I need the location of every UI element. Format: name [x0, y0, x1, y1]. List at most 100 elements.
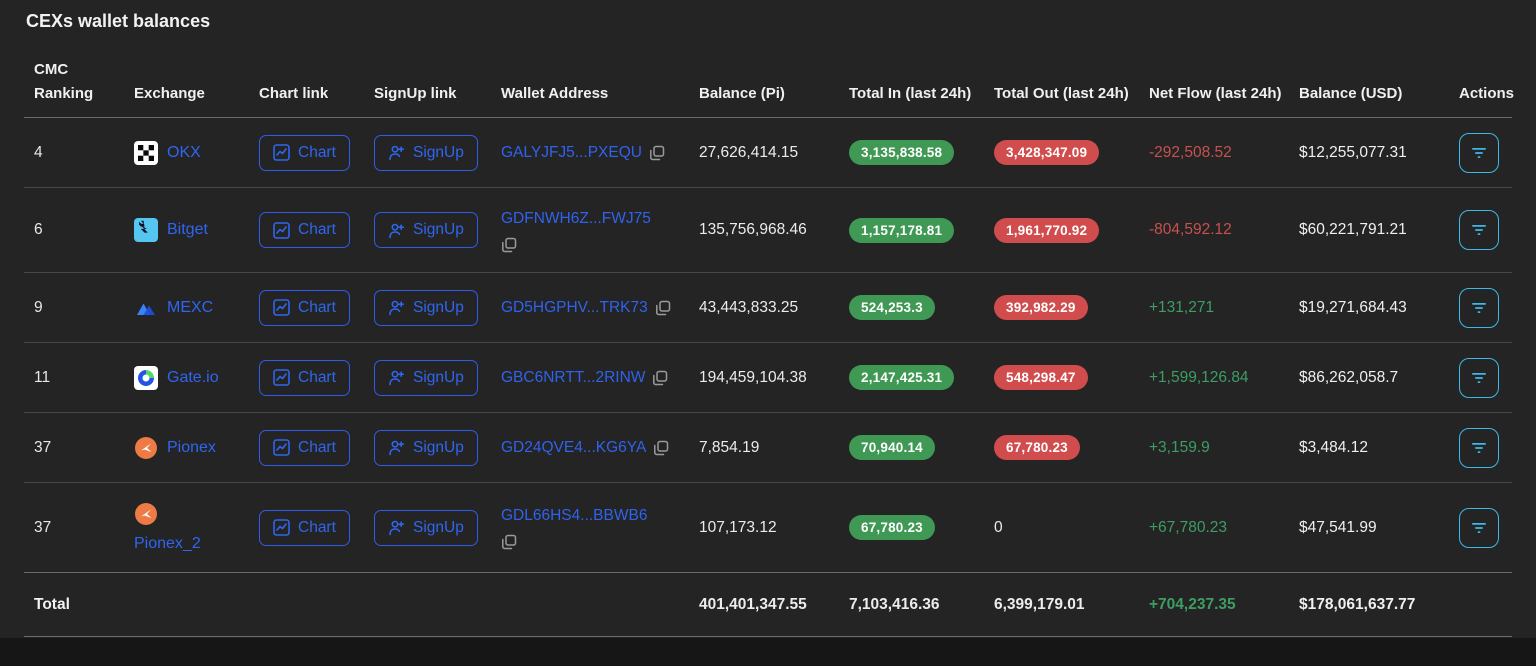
chart-button[interactable]: Chart — [259, 510, 350, 546]
cmc-ranking-value: 9 — [24, 299, 124, 317]
chart-button[interactable]: Chart — [259, 135, 350, 171]
chart-button-label: Chart — [298, 299, 336, 317]
exchange-link-pionex-2[interactable]: Pionex_2 — [124, 498, 249, 557]
wallet-address-link[interactable]: GALYJFJ5...PXEQU — [501, 142, 642, 164]
line-chart-icon — [273, 519, 290, 536]
table-row-okx: 4 OKX Chart SignUp GALYJFJ5...PXEQU 27,6… — [24, 118, 1512, 188]
col-header-signup-link: SignUp link — [364, 82, 491, 117]
balance-usd-value: $86,262,058.7 — [1289, 369, 1449, 387]
copy-icon — [655, 300, 671, 316]
table-row-mexc: 9 MEXC Chart SignUp GD5HGPHV...TRK73 43,… — [24, 273, 1512, 343]
exchange-name: Pionex — [167, 439, 216, 457]
total-out-value: 0 — [984, 519, 1139, 537]
user-add-icon — [388, 439, 405, 456]
total-label: Total — [24, 596, 124, 614]
cmc-ranking-value: 4 — [24, 144, 124, 162]
col-header-net-flow: Net Flow (last 24h) — [1139, 82, 1289, 117]
exchange-name: Pionex_2 — [134, 535, 201, 553]
row-actions-button[interactable] — [1459, 133, 1499, 173]
balance-usd-value: $3,484.12 — [1289, 439, 1449, 457]
net-flow-value: +1,599,126.84 — [1139, 369, 1289, 387]
col-header-wallet-address: Wallet Address — [491, 82, 689, 117]
signup-button[interactable]: SignUp — [374, 212, 478, 248]
chart-button-label: Chart — [298, 519, 336, 537]
user-add-icon — [388, 519, 405, 536]
signup-button[interactable]: SignUp — [374, 135, 478, 171]
total-net-flow: +704,237.35 — [1139, 596, 1289, 614]
wallet-address-link[interactable]: GBC6NRTT...2RINW — [501, 367, 645, 389]
exchange-link-mexc[interactable]: MEXC — [124, 296, 249, 320]
total-in-badge: 1,157,178.81 — [849, 218, 954, 243]
chart-button-label: Chart — [298, 144, 336, 162]
exchange-name: OKX — [167, 144, 201, 162]
user-add-icon — [388, 299, 405, 316]
row-actions-button[interactable] — [1459, 508, 1499, 548]
chart-button[interactable]: Chart — [259, 430, 350, 466]
exchange-link-pionex[interactable]: Pionex — [124, 436, 249, 460]
copy-icon — [653, 440, 669, 456]
net-flow-value: +131,271 — [1139, 299, 1289, 317]
copy-icon — [501, 237, 517, 253]
filter-icon — [1470, 439, 1488, 457]
chart-button[interactable]: Chart — [259, 290, 350, 326]
filter-icon — [1470, 369, 1488, 387]
row-actions-button[interactable] — [1459, 210, 1499, 250]
wallet-address-link[interactable]: GDFNWH6Z...FWJ75 — [501, 210, 651, 227]
copy-button[interactable] — [649, 145, 665, 161]
table-header: CMC Ranking Exchange Chart link SignUp l… — [24, 32, 1512, 118]
row-actions-button[interactable] — [1459, 358, 1499, 398]
col-header-total-out: Total Out (last 24h) — [984, 82, 1139, 117]
cmc-ranking-value: 37 — [24, 519, 124, 537]
net-flow-value: -292,508.52 — [1139, 144, 1289, 162]
gateio-logo-icon — [134, 366, 158, 390]
total-in-badge: 3,135,838.58 — [849, 140, 954, 165]
table-row-gateio: 11 Gate.io Chart SignUp GBC6NRTT...2RINW… — [24, 343, 1512, 413]
signup-button[interactable]: SignUp — [374, 510, 478, 546]
copy-button[interactable] — [501, 534, 517, 550]
col-header-total-in: Total In (last 24h) — [839, 82, 984, 117]
copy-button[interactable] — [501, 237, 517, 253]
exchange-link-gateio[interactable]: Gate.io — [124, 366, 249, 390]
wallet-address-link[interactable]: GDL66HS4...BBWB6 — [501, 507, 647, 524]
line-chart-icon — [273, 144, 290, 161]
signup-button[interactable]: SignUp — [374, 360, 478, 396]
total-out-badge: 1,961,770.92 — [994, 218, 1099, 243]
copy-button[interactable] — [653, 440, 669, 456]
total-balance-pi: 401,401,347.55 — [689, 596, 839, 614]
col-header-cmc-ranking: CMC Ranking — [24, 58, 124, 117]
chart-button[interactable]: Chart — [259, 212, 350, 248]
total-out-sum: 6,399,179.01 — [984, 596, 1139, 614]
balance-pi-value: 43,443,833.25 — [689, 299, 839, 317]
total-balance-usd: $178,061,637.77 — [1289, 596, 1449, 614]
wallet-address-link[interactable]: GD5HGPHV...TRK73 — [501, 297, 648, 319]
col-header-chart-link: Chart link — [249, 82, 364, 117]
balance-pi-value: 194,459,104.38 — [689, 369, 839, 387]
balance-pi-value: 107,173.12 — [689, 519, 839, 537]
wallet-address-link[interactable]: GD24QVE4...KG6YA — [501, 437, 646, 459]
mexc-logo-icon — [134, 296, 158, 320]
row-actions-button[interactable] — [1459, 288, 1499, 328]
copy-button[interactable] — [652, 370, 668, 386]
total-out-badge: 548,298.47 — [994, 365, 1088, 390]
copy-button[interactable] — [655, 300, 671, 316]
copy-icon — [652, 370, 668, 386]
line-chart-icon — [273, 439, 290, 456]
table-row-pionex: 37 Pionex Chart SignUp GD24QVE4...KG6YA … — [24, 413, 1512, 483]
row-actions-button[interactable] — [1459, 428, 1499, 468]
exchange-name: Gate.io — [167, 369, 219, 387]
total-out-badge: 67,780.23 — [994, 435, 1080, 460]
total-out-badge: 392,982.29 — [994, 295, 1088, 320]
chart-button[interactable]: Chart — [259, 360, 350, 396]
exchange-link-bitget[interactable]: Bitget — [124, 218, 249, 242]
signup-button[interactable]: SignUp — [374, 290, 478, 326]
exchange-link-okx[interactable]: OKX — [124, 141, 249, 165]
line-chart-icon — [273, 369, 290, 386]
col-header-exchange: Exchange — [124, 82, 249, 117]
copy-icon — [501, 534, 517, 550]
signup-button[interactable]: SignUp — [374, 430, 478, 466]
balance-pi-value: 27,626,414.15 — [689, 144, 839, 162]
balance-usd-value: $60,221,791.21 — [1289, 221, 1449, 239]
chart-button-label: Chart — [298, 369, 336, 387]
net-flow-value: -804,592.12 — [1139, 221, 1289, 239]
cmc-ranking-value: 6 — [24, 221, 124, 239]
